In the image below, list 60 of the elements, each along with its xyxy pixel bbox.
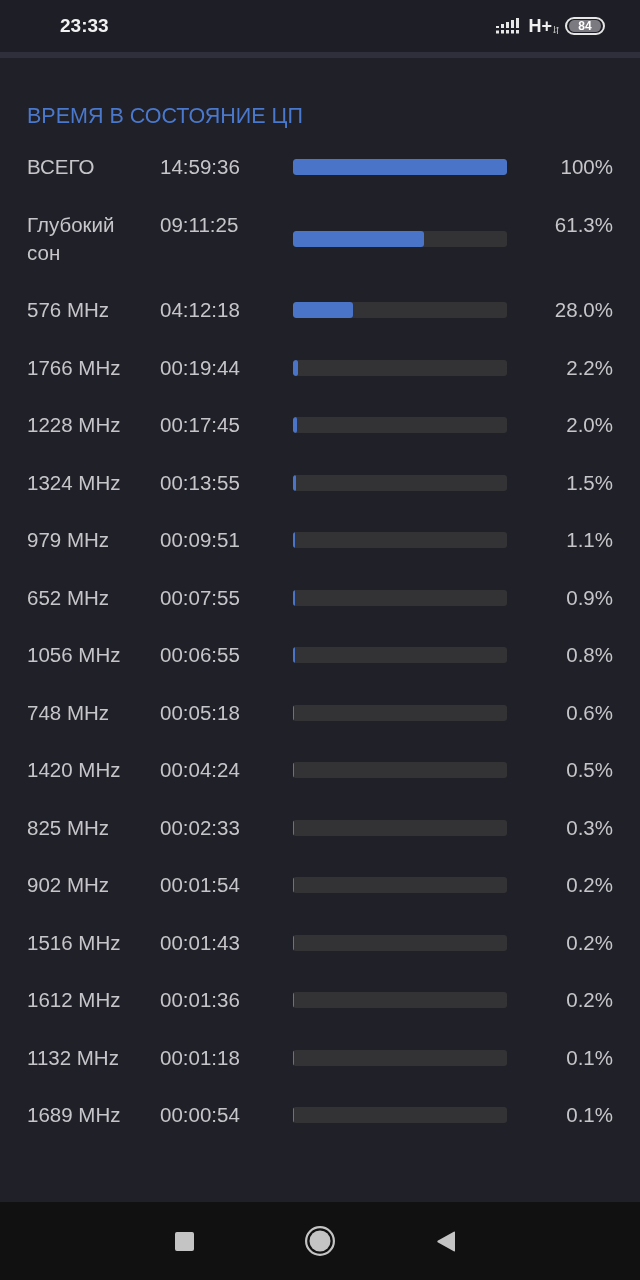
- duration-text: 00:19:44: [160, 354, 241, 381]
- back-button-icon[interactable]: [437, 1230, 455, 1252]
- duration-text: 00:00:54: [160, 1102, 241, 1128]
- home-button-icon[interactable]: [305, 1226, 335, 1256]
- state-name: 576 MHz: [27, 297, 111, 323]
- state-name: 1056 MHz: [27, 642, 122, 668]
- state-name: 1420 MHz: [27, 757, 122, 783]
- percent-text: 0.6%: [566, 699, 613, 726]
- state-name: 1516 MHz: [27, 929, 122, 956]
- percent-text: 100%: [560, 154, 613, 180]
- state-name: ВСЕГО: [27, 154, 96, 180]
- duration-text: 00:04:24: [160, 757, 241, 783]
- signal-icon: [496, 18, 520, 34]
- duration-text: 00:07:55: [160, 584, 241, 611]
- percent-text: 1.5%: [566, 469, 613, 496]
- clock-text: 23:33: [60, 15, 109, 37]
- duration-text: 14:59:36: [160, 154, 241, 180]
- section-title: ВРЕМЯ В СОСТОЯНИЕ ЦП: [27, 103, 304, 130]
- duration-text: 09:11:25: [160, 211, 240, 238]
- state-name: Глубокий сон: [27, 211, 116, 266]
- duration-text: 00:01:36: [160, 987, 241, 1013]
- state-name: 1132 MHz: [27, 1044, 120, 1071]
- state-name: 652 MHz: [27, 584, 111, 611]
- percent-text: 0.1%: [566, 1044, 613, 1071]
- state-name: 1689 MHz: [27, 1102, 122, 1128]
- duration-text: 00:02:33: [160, 814, 241, 841]
- percent-text: 0.3%: [566, 814, 613, 841]
- state-name: 748 MHz: [27, 699, 111, 726]
- duration-text: 00:01:43: [160, 929, 241, 956]
- state-name: 1766 MHz: [27, 354, 122, 381]
- percent-text: 0.8%: [566, 642, 613, 668]
- percent-text: 0.9%: [566, 584, 613, 611]
- percent-text: 0.2%: [566, 929, 613, 956]
- duration-text: 00:06:55: [160, 642, 241, 668]
- duration-text: 00:01:54: [160, 872, 241, 898]
- duration-text: 04:12:18: [160, 297, 241, 323]
- recents-button-icon[interactable]: [174, 1231, 194, 1251]
- duration-text: 00:13:55: [160, 469, 241, 496]
- percent-text: 0.5%: [566, 757, 613, 783]
- percent-text: 0.2%: [566, 987, 613, 1013]
- percent-text: 0.2%: [566, 872, 613, 898]
- percent-text: 28.0%: [554, 297, 613, 323]
- state-name: 1612 MHz: [27, 987, 122, 1013]
- state-name: 979 MHz: [27, 527, 111, 553]
- duration-text: 00:01:18: [160, 1044, 241, 1071]
- network-type-text: H+: [528, 16, 552, 36]
- duration-text: 00:17:45: [160, 412, 241, 438]
- percent-text: 2.0%: [566, 412, 613, 438]
- data-activity-icon: [553, 26, 559, 34]
- duration-text: 00:05:18: [160, 699, 241, 726]
- state-name: 1324 MHz: [27, 469, 122, 496]
- state-name: 902 MHz: [27, 872, 111, 898]
- battery-indicator: 84: [565, 17, 605, 35]
- state-name: 825 MHz: [27, 814, 111, 841]
- percent-text: 1.1%: [566, 527, 613, 553]
- percent-text: 61.3%: [554, 211, 613, 238]
- duration-text: 00:09:51: [160, 527, 241, 553]
- percent-text: 0.1%: [566, 1102, 613, 1128]
- percent-text: 2.2%: [566, 354, 613, 381]
- state-name: 1228 MHz: [27, 412, 122, 438]
